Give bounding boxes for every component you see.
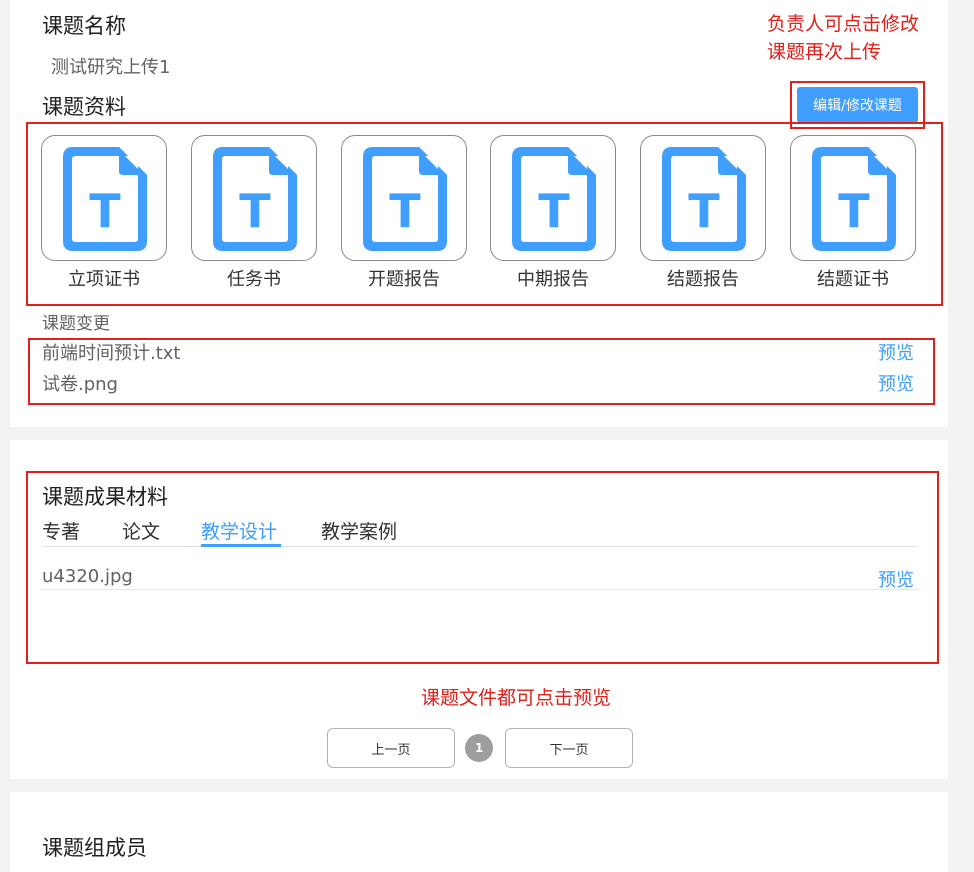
icon-letter: T [538, 184, 570, 238]
icon-letter: T [838, 184, 870, 238]
tab-monograph[interactable]: 专著 [42, 517, 80, 544]
change-file-preview-link[interactable]: 预览 [878, 339, 914, 365]
document-tile-label: 开题报告 [368, 269, 440, 290]
icon-letter: T [688, 184, 720, 238]
icon-letter: T [89, 184, 121, 238]
preview-annotation: 课题文件都可点击预览 [421, 687, 612, 709]
icon-letter: T [389, 184, 421, 238]
document-tile[interactable]: T [41, 135, 167, 261]
result-file-name: u4320.jpg [42, 566, 133, 587]
icon-letter: T [239, 184, 271, 238]
text-file-icon: T [812, 147, 896, 251]
members-card [10, 792, 948, 872]
document-tile[interactable]: T [490, 135, 616, 261]
document-tile[interactable]: T [790, 135, 916, 261]
tab-paper[interactable]: 论文 [122, 517, 160, 544]
document-tile-label: 立项证书 [68, 269, 140, 290]
document-tile[interactable]: T [341, 135, 467, 261]
document-tile-label: 任务书 [227, 269, 281, 290]
change-file-name: 试卷.png [42, 374, 118, 395]
change-file-name: 前端时间预计.txt [42, 343, 181, 364]
document-tile-label: 结题报告 [667, 269, 739, 290]
project-name-value: 测试研究上传1 [51, 57, 171, 78]
active-tab-indicator [201, 544, 281, 547]
edit-project-button[interactable]: 编辑/修改课题 [797, 87, 918, 123]
text-file-icon: T [662, 147, 746, 251]
tab-bar-divider [42, 546, 918, 547]
results-heading: 课题成果材料 [42, 485, 168, 509]
tab-teaching-design[interactable]: 教学设计 [201, 517, 277, 544]
edit-annotation-line2: 课题再次上传 [767, 41, 882, 63]
project-name-heading: 课题名称 [42, 14, 126, 38]
page-number[interactable]: 1 [465, 734, 493, 762]
text-file-icon: T [363, 147, 447, 251]
change-file-preview-link[interactable]: 预览 [878, 370, 914, 396]
text-file-icon: T [213, 147, 297, 251]
document-tile[interactable]: T [191, 135, 317, 261]
change-heading: 课题变更 [42, 314, 110, 334]
prev-page-button[interactable]: 上一页 [327, 728, 455, 768]
members-heading: 课题组成员 [42, 836, 147, 860]
tab-teaching-case[interactable]: 教学案例 [321, 517, 397, 544]
text-file-icon: T [63, 147, 147, 251]
document-tile-label: 中期报告 [517, 269, 589, 290]
document-tile-label: 结题证书 [817, 269, 889, 290]
materials-heading: 课题资料 [42, 95, 126, 119]
next-page-button[interactable]: 下一页 [505, 728, 633, 768]
text-file-icon: T [512, 147, 596, 251]
edit-annotation-line1: 负责人可点击修改 [767, 13, 920, 35]
result-row-divider [42, 589, 918, 590]
document-tile[interactable]: T [640, 135, 766, 261]
